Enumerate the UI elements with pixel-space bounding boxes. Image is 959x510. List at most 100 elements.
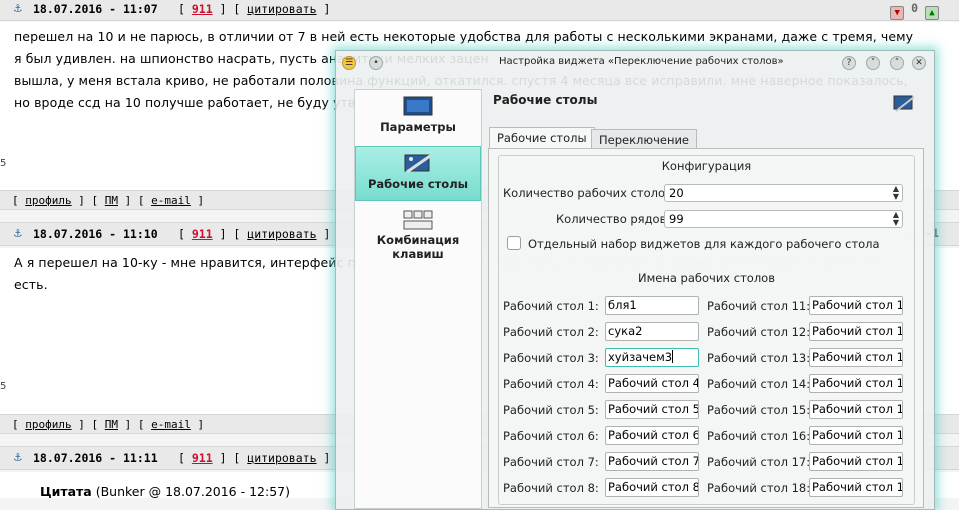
tab-desktops[interactable]: Рабочие столы bbox=[489, 127, 595, 149]
pm-link[interactable]: ПМ bbox=[105, 418, 118, 431]
keyboard-icon bbox=[403, 210, 433, 230]
desktop-name-label: Рабочий стол 12: bbox=[707, 325, 811, 339]
email-link[interactable]: e-mail bbox=[151, 418, 191, 431]
desktops-count-label: Количество рабочих столов: bbox=[503, 186, 676, 200]
desktop-tools-icon bbox=[893, 95, 915, 112]
post-number-link[interactable]: 911 bbox=[192, 227, 213, 241]
focused-input-text: хуйзачем3 bbox=[608, 350, 673, 364]
desktops-count-value: 20 bbox=[669, 186, 684, 200]
post-links: [ 911 ] [ цитировать ] bbox=[178, 227, 331, 241]
post-number-link[interactable]: 911 bbox=[192, 2, 213, 16]
help-icon[interactable]: ? bbox=[842, 56, 856, 70]
spin-arrows-icon[interactable]: ▲ ▼ bbox=[893, 185, 899, 201]
anchor-icon[interactable]: ⚓ bbox=[14, 226, 22, 241]
desktop-name-input[interactable]: Рабочий стол 15 bbox=[809, 400, 903, 419]
text-caret bbox=[672, 350, 674, 363]
desktop-tools-icon bbox=[404, 154, 431, 174]
desktop-name-label: Рабочий стол 16: bbox=[707, 429, 811, 443]
tab-panel: Конфигурация Количество рабочих столов: … bbox=[488, 148, 924, 508]
rows-label: Количество рядов: bbox=[556, 212, 671, 226]
monitor-icon bbox=[403, 96, 433, 116]
sidebar-item-parameters[interactable]: Параметры bbox=[355, 90, 481, 145]
desktop-name-input[interactable]: Рабочий стол 12 bbox=[809, 322, 903, 341]
post-rating: ▼ 0 ▲ bbox=[890, 1, 939, 20]
quote-header: Цитата (Bunker @ 18.07.2016 - 12:57) bbox=[40, 484, 290, 499]
desktop-name-input[interactable]: Рабочий стол 5 bbox=[605, 400, 699, 419]
desktop-name-input[interactable]: Рабочий стол 16 bbox=[809, 426, 903, 445]
sidebar-item-label: Рабочие столы bbox=[367, 177, 469, 191]
desktop-name-label: Рабочий стол 11: bbox=[707, 299, 811, 313]
sidebar-item-shortcuts[interactable]: Комбинация клавиш bbox=[355, 203, 481, 273]
thumb-up-icon[interactable]: ▲ bbox=[925, 6, 939, 20]
desktop-name-label: Рабочий стол 15: bbox=[707, 403, 811, 417]
dialog-title: Настройка виджета «Переключение рабочих … bbox=[499, 56, 784, 67]
separate-widgets-checkbox[interactable] bbox=[507, 236, 521, 250]
desktop-name-label: Рабочий стол 13: bbox=[707, 351, 811, 365]
post-date: 18.07.2016 - 11:07 bbox=[33, 2, 158, 16]
tab-switching[interactable]: Переключение bbox=[591, 129, 698, 149]
post-date: 18.07.2016 - 11:10 bbox=[33, 227, 158, 241]
desktop-name-input[interactable]: Рабочий стол 13 bbox=[809, 348, 903, 367]
desktop-name-input[interactable]: Рабочий стол 4 bbox=[605, 374, 699, 393]
desktop-name-input[interactable]: Рабочий стол 17 bbox=[809, 452, 903, 471]
quote-label: Цитата bbox=[40, 484, 92, 499]
gutter-mark: 5 bbox=[0, 381, 7, 392]
desktop-name-input[interactable]: Рабочий стол 7 bbox=[605, 452, 699, 471]
window-menu-icon[interactable]: ☰ bbox=[342, 56, 356, 70]
desktop-name-input[interactable]: Рабочий стол 14 bbox=[809, 374, 903, 393]
desktop-name-label: Рабочий стол 14: bbox=[707, 377, 811, 391]
names-title: Имена рабочих столов bbox=[637, 271, 775, 285]
desktop-name-label: Рабочий стол 1: bbox=[503, 299, 599, 313]
config-group: Конфигурация Количество рабочих столов: … bbox=[498, 155, 915, 505]
sidebar-item-desktops[interactable]: Рабочие столы bbox=[355, 146, 481, 201]
desktop-name-label: Рабочий стол 7: bbox=[503, 455, 599, 469]
post-number-link[interactable]: 911 bbox=[192, 451, 213, 465]
quote-link[interactable]: цитировать bbox=[247, 451, 316, 465]
rows-spinbox[interactable]: 99 ▲ ▼ bbox=[664, 210, 903, 228]
dialog-titlebar[interactable]: ☰ • Настройка виджета «Переключение рабо… bbox=[336, 51, 934, 75]
desktop-name-label: Рабочий стол 18: bbox=[707, 481, 811, 495]
post-header: ⚓ 18.07.2016 - 11:07 [ 911 ] [ цитироват… bbox=[0, 0, 959, 21]
desktop-name-label: Рабочий стол 8: bbox=[503, 481, 599, 495]
desktop-name-input[interactable]: Рабочий стол 6 bbox=[605, 426, 699, 445]
desktops-count-spinbox[interactable]: 20 ▲ ▼ bbox=[664, 184, 903, 202]
email-link[interactable]: e-mail bbox=[151, 194, 191, 207]
desktop-name-label: Рабочий стол 2: bbox=[503, 325, 599, 339]
anchor-icon[interactable]: ⚓ bbox=[14, 450, 22, 465]
post-line: перешел на 10 и не парюсь, в отличии от … bbox=[14, 29, 914, 44]
rows-value: 99 bbox=[669, 212, 684, 226]
anchor-icon[interactable]: ⚓ bbox=[14, 1, 22, 16]
desktop-name-input[interactable]: бля1 bbox=[605, 296, 699, 315]
close-icon[interactable]: ✕ bbox=[912, 56, 926, 70]
thumb-down-icon[interactable]: ▼ bbox=[890, 6, 905, 20]
quote-link[interactable]: цитировать bbox=[247, 227, 316, 241]
sidebar-item-label: Параметры bbox=[380, 120, 456, 134]
page-title: Рабочие столы bbox=[493, 93, 598, 107]
quote-link[interactable]: цитировать bbox=[247, 2, 316, 16]
desktop-name-label: Рабочий стол 4: bbox=[503, 377, 599, 391]
post-date: 18.07.2016 - 11:11 bbox=[33, 451, 158, 465]
profile-link[interactable]: профиль bbox=[25, 194, 71, 207]
sidebar-item-label: Комбинация клавиш bbox=[376, 233, 460, 261]
desktop-name-label: Рабочий стол 17: bbox=[707, 455, 811, 469]
post-links: [ 911 ] [ цитировать ] bbox=[178, 451, 331, 465]
desktop-name-label: Рабочий стол 5: bbox=[503, 403, 599, 417]
desktop-name-input[interactable]: Рабочий стол 8 bbox=[605, 478, 699, 497]
desktop-name-input-focused[interactable]: хуйзачем3 bbox=[605, 348, 699, 367]
sticky-icon[interactable]: • bbox=[369, 56, 383, 70]
separate-widgets-label: Отдельный набор виджетов для каждого раб… bbox=[528, 237, 880, 251]
post-links: [ 911 ] [ цитировать ] bbox=[178, 2, 331, 16]
quote-author: (Bunker @ 18.07.2016 - 12:57) bbox=[95, 484, 290, 499]
gutter-mark: 5 bbox=[0, 158, 7, 169]
desktop-name-input[interactable]: Рабочий стол 18 bbox=[809, 478, 903, 497]
profile-link[interactable]: профиль bbox=[25, 418, 71, 431]
pm-link[interactable]: ПМ bbox=[105, 194, 118, 207]
desktop-name-label: Рабочий стол 3: bbox=[503, 351, 599, 365]
settings-sidebar: Параметры Рабочие столы Комбинация клави… bbox=[354, 89, 482, 509]
desktop-name-input[interactable]: сука2 bbox=[605, 322, 699, 341]
maximize-icon[interactable]: ˄ bbox=[890, 56, 904, 70]
minimize-icon[interactable]: ˅ bbox=[866, 56, 880, 70]
widget-settings-dialog: ☰ • Настройка виджета «Переключение рабо… bbox=[335, 50, 935, 510]
desktop-name-input[interactable]: Рабочий стол 11 bbox=[809, 296, 903, 315]
spin-arrows-icon[interactable]: ▲ ▼ bbox=[893, 211, 899, 227]
